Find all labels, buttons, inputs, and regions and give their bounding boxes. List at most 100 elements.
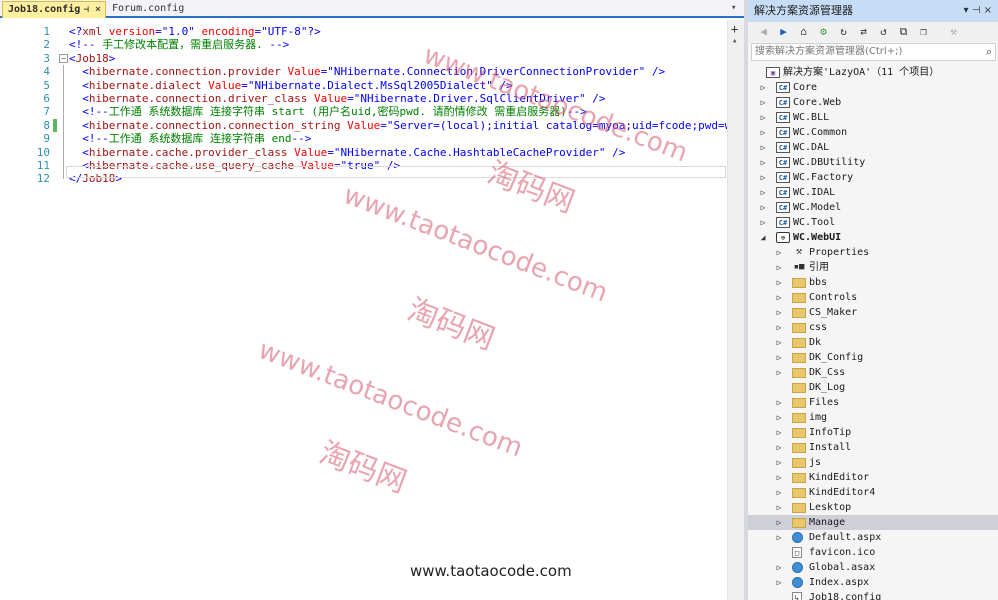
tree-item[interactable]: ▷ Lesktop (748, 500, 998, 515)
expand-arrow-icon[interactable]: ▷ (774, 305, 784, 320)
tree-item[interactable]: DK_Log (748, 380, 998, 395)
expand-arrow-icon[interactable]: ▷ (774, 290, 784, 305)
expand-arrow-icon[interactable]: ▷ (774, 410, 784, 425)
tree-item[interactable]: ▣ 解决方案'LazyOA'（11 个项目） (748, 65, 998, 80)
tree-item[interactable]: ▷ C# WC.IDAL (748, 185, 998, 200)
tree-item[interactable]: ▷ C# WC.Factory (748, 170, 998, 185)
pin-icon[interactable]: ⊣ (84, 2, 89, 18)
tab-job18-config[interactable]: Job18.config ⊣ × (2, 1, 106, 18)
toolbar-button-icon[interactable]: ↻ (836, 24, 851, 39)
tree-item[interactable]: ▷ DK_Config (748, 350, 998, 365)
expand-arrow-icon[interactable]: ▷ (774, 470, 784, 485)
tree-item[interactable]: ▷ ⚒ Properties (748, 245, 998, 260)
expand-arrow-icon[interactable]: ▷ (774, 320, 784, 335)
expand-arrow-icon[interactable]: ▷ (774, 500, 784, 515)
expand-arrow-icon[interactable]: ▷ (758, 215, 768, 230)
expand-arrow-icon[interactable]: ▷ (758, 200, 768, 215)
expand-arrow-icon[interactable]: ▷ (774, 335, 784, 350)
expand-arrow-icon[interactable]: ▷ (774, 260, 784, 275)
code-line[interactable]: <Job18> (69, 52, 115, 65)
expand-arrow-icon[interactable]: ▷ (774, 245, 784, 260)
expand-arrow-icon[interactable]: ▷ (758, 140, 768, 155)
expand-arrow-icon[interactable]: ▷ (774, 440, 784, 455)
code-line[interactable]: <hibernate.cache.provider_class Value="N… (69, 146, 625, 159)
close-tab-icon[interactable]: × (95, 2, 101, 18)
expand-arrow-icon[interactable]: ▷ (774, 350, 784, 365)
tree-item[interactable]: ▷ Dk (748, 335, 998, 350)
tree-item[interactable]: ▷ C# WC.Model (748, 200, 998, 215)
tree-item[interactable]: ▷ C# WC.Common (748, 125, 998, 140)
expand-arrow-icon[interactable]: ▷ (758, 125, 768, 140)
code-editor[interactable]: Job18.config ⊣ × Forum.config ▾ 12345678… (0, 0, 764, 600)
tree-item[interactable]: ▷ bbs (748, 275, 998, 290)
expand-arrow-icon[interactable]: ▷ (774, 530, 784, 545)
tree-item[interactable]: ▷ C# WC.DBUtility (748, 155, 998, 170)
tree-item[interactable]: □ favicon.ico (748, 545, 998, 560)
toolbar-button-icon[interactable]: ❐ (916, 24, 931, 39)
split-add-icon[interactable]: + (731, 22, 738, 36)
code-line[interactable]: <hibernate.connection.provider Value="NH… (69, 65, 665, 78)
expand-arrow-icon[interactable]: ▷ (758, 95, 768, 110)
code-line[interactable]: <!--工作通 系统数据库 连接字符串 end--> (69, 132, 311, 145)
expand-arrow-icon[interactable]: ▷ (758, 80, 768, 95)
tab-forum-config[interactable]: Forum.config (107, 1, 185, 18)
expand-arrow-icon[interactable]: ▷ (774, 515, 784, 530)
tree-item[interactable]: ▷ C# Core (748, 80, 998, 95)
tree-item[interactable]: ◢ ⊕ WC.WebUI (748, 230, 998, 245)
tree-item[interactable]: ▷ DK_Css (748, 365, 998, 380)
tree-item[interactable]: ▷ Default.aspx (748, 530, 998, 545)
code-line[interactable]: <hibernate.connection.connection_string … (69, 119, 764, 132)
toolbar-button-icon[interactable]: ⧉ (896, 24, 911, 39)
tree-item[interactable]: ↳ Job18.config (748, 590, 998, 600)
expand-arrow-icon[interactable]: ▷ (774, 365, 784, 380)
toolbar-button-icon[interactable]: ⇄ (856, 24, 871, 39)
scroll-up-icon[interactable]: ▴ (732, 36, 737, 46)
tree-item[interactable]: ▷ img (748, 410, 998, 425)
code-area[interactable]: <?xml version="1.0" encoding="UTF-8"?> <!… (0, 20, 764, 220)
tree-item[interactable]: ▷ C# WC.Tool (748, 215, 998, 230)
toolbar-button-icon[interactable]: ▶ (776, 24, 791, 39)
expand-arrow-icon[interactable]: ▷ (774, 560, 784, 575)
code-line[interactable]: <hibernate.connection.driver_class Value… (69, 92, 605, 105)
expand-arrow-icon[interactable]: ▷ (774, 275, 784, 290)
toolbar-button-icon[interactable]: ◀ (756, 24, 771, 39)
tree-item[interactable]: ▷ KindEditor (748, 470, 998, 485)
tree-item[interactable]: ▷ Install (748, 440, 998, 455)
expand-arrow-icon[interactable]: ▷ (758, 185, 768, 200)
expand-arrow-icon[interactable]: ▷ (774, 395, 784, 410)
explorer-search-input[interactable]: 搜索解决方案资源管理器(Ctrl+;) ⌕ (751, 43, 996, 61)
tree-item[interactable]: ▷ Global.asax (748, 560, 998, 575)
toolbar-button-icon[interactable]: ⚙ (816, 24, 831, 39)
code-line[interactable]: <!-- 手工修改本配置，需重启服务器. --> (69, 38, 289, 51)
panel-window-controls-icon[interactable]: ▾ ⊣ × (964, 0, 992, 22)
vertical-scrollbar[interactable]: + ▴ (727, 20, 744, 600)
expand-arrow-icon[interactable]: ▷ (774, 575, 784, 590)
tree-item[interactable]: ▷ InfoTip (748, 425, 998, 440)
tree-item[interactable]: ▷ C# Core.Web (748, 95, 998, 110)
tree-item[interactable]: ▷ Controls (748, 290, 998, 305)
tab-dropdown-icon[interactable]: ▾ (731, 3, 736, 13)
code-line[interactable]: <?xml version="1.0" encoding="UTF-8"?> (69, 25, 321, 38)
expand-arrow-icon[interactable]: ▷ (758, 170, 768, 185)
tree-item[interactable]: ▷ Files (748, 395, 998, 410)
tree-item[interactable]: ▷ C# WC.BLL (748, 110, 998, 125)
tree-item[interactable]: ▷ C# WC.DAL (748, 140, 998, 155)
expand-arrow-icon[interactable]: ▷ (774, 425, 784, 440)
search-icon[interactable]: ⌕ (986, 44, 992, 60)
expand-arrow-icon[interactable]: ◢ (758, 230, 768, 245)
expand-arrow-icon[interactable]: ▷ (774, 455, 784, 470)
expand-arrow-icon[interactable]: ▷ (758, 155, 768, 170)
code-line[interactable]: <!--工作通 系统数据库 连接字符串 start (用户名uid,密码pwd.… (69, 105, 586, 118)
toolbar-button-icon[interactable]: ⚒ (946, 24, 961, 39)
tree-item[interactable]: ▷ js (748, 455, 998, 470)
tree-item[interactable]: ▷ css (748, 320, 998, 335)
code-line[interactable]: <hibernate.dialect Value="NHibernate.Dia… (69, 79, 513, 92)
tree-item[interactable]: ▷ KindEditor4 (748, 485, 998, 500)
toolbar-button-icon[interactable]: ↺ (876, 24, 891, 39)
expand-arrow-icon[interactable]: ▷ (774, 485, 784, 500)
tree-item[interactable]: ▷ Index.aspx (748, 575, 998, 590)
toolbar-button-icon[interactable]: ⌂ (796, 24, 811, 39)
expand-arrow-icon[interactable]: ▷ (758, 110, 768, 125)
tree-item[interactable]: ▷ Manage (748, 515, 998, 530)
tree-item[interactable]: ▷ CS_Maker (748, 305, 998, 320)
